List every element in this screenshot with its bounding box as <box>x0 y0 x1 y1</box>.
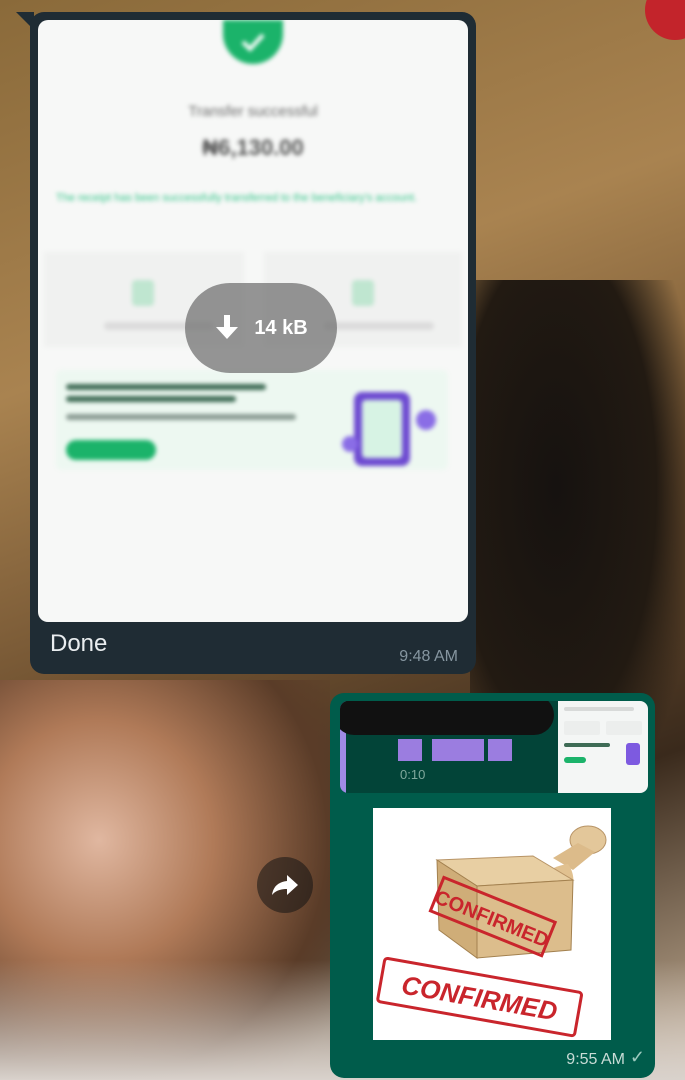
stamp-illustration: CONFIRMED CONFIRMED <box>376 825 607 1038</box>
reply-subtitle: 0:10 <box>400 767 426 782</box>
message-caption: Done <box>50 630 108 657</box>
wallpaper-red-corner <box>645 0 685 40</box>
message-timestamp: 9:48 AM <box>399 648 458 665</box>
receipt-title: Transfer successful <box>188 103 318 120</box>
receipt-promo-banner <box>56 370 448 470</box>
forward-arrow-icon <box>272 875 298 895</box>
reply-thumbnail <box>558 701 648 793</box>
confirmed-stamp-image[interactable]: CONFIRMED CONFIRMED <box>373 808 611 1040</box>
download-size-label: 14 kB <box>254 316 308 339</box>
redaction-block <box>398 739 422 761</box>
receipt-note: The receipt has been successfully transf… <box>56 192 418 204</box>
redaction-block <box>432 739 484 761</box>
message-timestamp: 9:55 AM <box>566 1051 625 1068</box>
redaction-block <box>488 739 512 761</box>
forward-button[interactable] <box>257 857 313 913</box>
reply-header-redaction <box>340 701 554 735</box>
quoted-reply[interactable]: 0:10 <box>340 701 648 793</box>
incoming-image-message[interactable]: Transfer successful ₦6,130.00 The receip… <box>30 12 476 674</box>
receipt-image-thumbnail[interactable]: Transfer successful ₦6,130.00 The receip… <box>38 20 468 622</box>
single-check-icon: ✓ <box>629 1047 645 1067</box>
outgoing-image-message[interactable]: 0:10 CONFIRMED CONFIRMED 9:55 AM ✓ <box>330 693 655 1078</box>
download-button[interactable]: 14 kB <box>185 283 337 373</box>
download-arrow-icon <box>216 315 239 339</box>
success-check-icon <box>223 20 283 64</box>
receipt-amount: ₦6,130.00 <box>202 135 304 160</box>
